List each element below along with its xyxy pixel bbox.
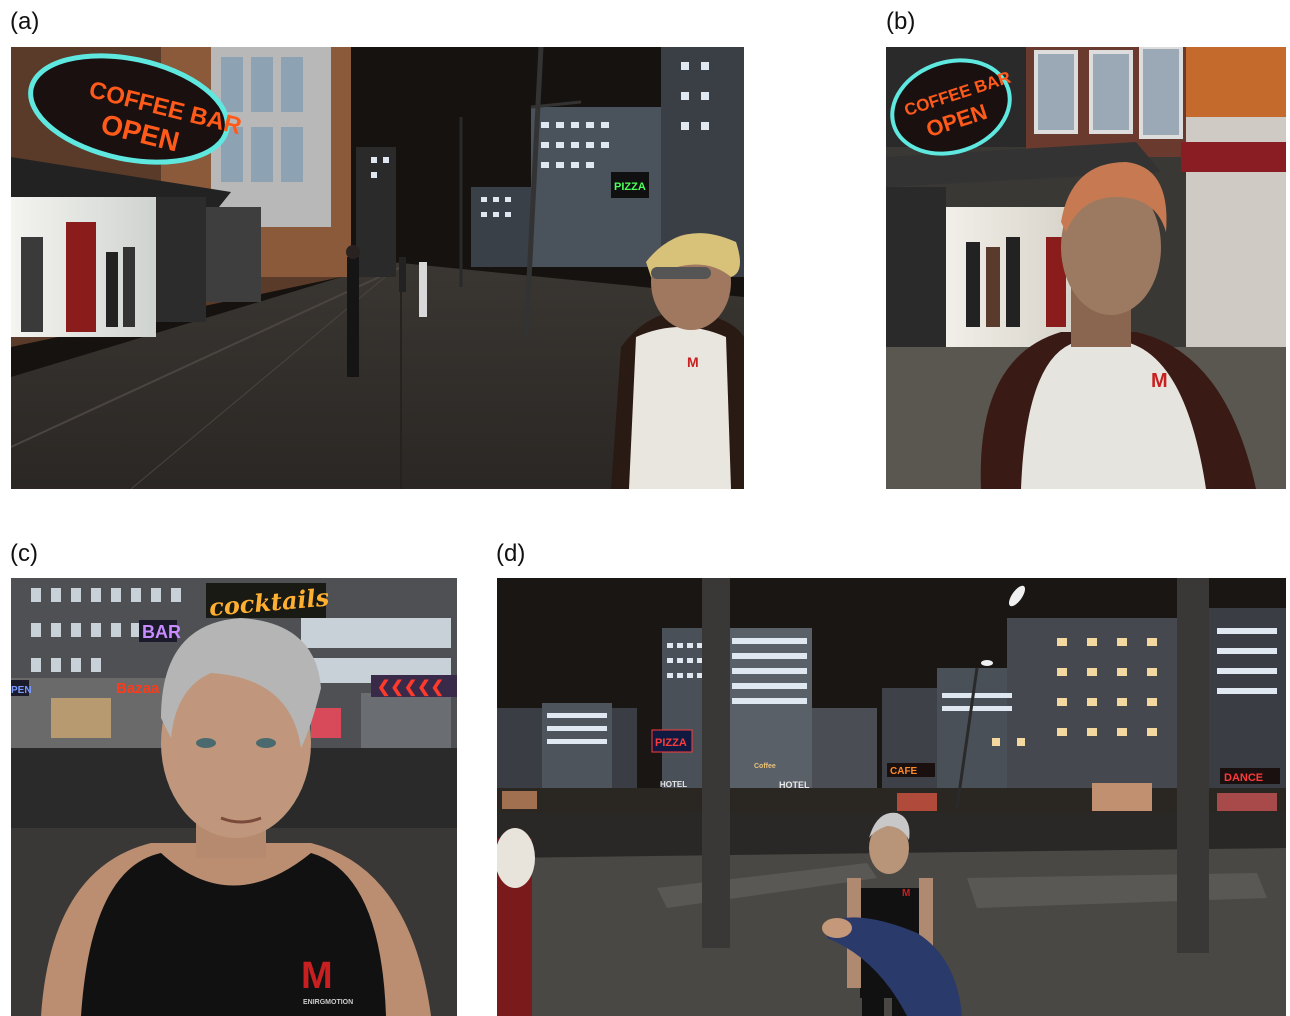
shirt-logo-a: M <box>687 354 699 370</box>
sign-hotel-center-text: HOTEL <box>779 780 810 790</box>
panel-d-city-view: PIZZA HOTEL HOTEL CAFE DANCE Coffee M <box>497 578 1286 1016</box>
sign-dance-text: DANCE <box>1224 772 1263 784</box>
panel-label-d: (d) <box>496 540 526 567</box>
sign-open-fragment-text: PEN <box>11 685 32 696</box>
shirt-logo-d: M <box>902 888 910 899</box>
shirt-brand-text: ENIRGMOTION <box>303 999 353 1006</box>
street-scene-image: COFFEE BAR OPEN PIZZA M <box>11 47 744 489</box>
shirt-logo-c: M <box>301 955 333 997</box>
panel-label-c: (c) <box>10 540 38 567</box>
sign-coffee-text: Coffee <box>754 763 776 770</box>
panel-b-avatar-closeup: COFFEE BAR OPEN M <box>886 47 1286 489</box>
shirt-logo-b: M <box>1151 370 1168 392</box>
panel-c-avatar-closeup: cocktails BAR Bazaa PEN ❮❮❮❮❮ M ENIRGMOT… <box>11 578 457 1016</box>
avatar-closeup-image: COFFEE BAR OPEN M <box>886 47 1286 489</box>
sign-chevrons: ❮❮❮❮❮ <box>377 679 444 697</box>
city-night-image: PIZZA HOTEL HOTEL CAFE DANCE Coffee M <box>497 578 1286 1016</box>
panel-label-a: (a) <box>10 8 40 35</box>
sign-pizza-text: PIZZA <box>614 181 646 193</box>
panel-a-street-scene: COFFEE BAR OPEN PIZZA M <box>11 47 744 489</box>
avatar-silver-hair-image: cocktails BAR Bazaa PEN ❮❮❮❮❮ M ENIRGMOT… <box>11 578 457 1016</box>
sign-bazaar-text: Bazaa <box>116 680 160 697</box>
sign-hotel-left-text: HOTEL <box>660 780 687 789</box>
sign-pizza-text-d: PIZZA <box>655 737 687 749</box>
panel-label-b: (b) <box>886 8 916 35</box>
sign-bar-text: BAR <box>142 622 181 642</box>
sign-cafe-text: CAFE <box>890 766 918 777</box>
